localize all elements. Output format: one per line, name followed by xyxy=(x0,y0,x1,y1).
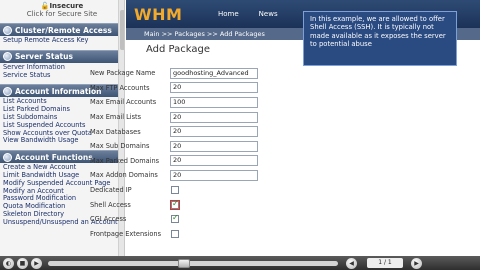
form-row: Frontpage Extensions xyxy=(90,227,340,242)
form-text-input[interactable]: 20 xyxy=(170,155,258,167)
form-label: Dedicated IP xyxy=(90,186,132,195)
play-icon[interactable]: ▶ xyxy=(31,257,42,269)
tutorial-callout: In this example, we are allowed to offer… xyxy=(303,11,457,66)
sidebar-section-title: Account Functions xyxy=(15,152,93,162)
form-label: Max Email Accounts xyxy=(90,98,157,107)
player-bar: ◐ ■ ▶ ◀ 1 / 1 ▶ xyxy=(0,256,480,270)
form-row: Max FTP Accounts 20 xyxy=(90,81,340,96)
form-row: Max Email Accounts 100 xyxy=(90,95,340,110)
form-label: Max Addon Domains xyxy=(90,171,158,180)
form-label: Frontpage Extensions xyxy=(90,229,162,238)
form-checkbox[interactable] xyxy=(171,199,179,209)
form-label: Max FTP Accounts xyxy=(90,83,150,92)
form-label: Shell Access xyxy=(90,200,131,209)
page-counter: 1 / 1 xyxy=(367,258,403,268)
form-row: Max Databases 20 xyxy=(90,124,340,139)
nav-news[interactable]: News xyxy=(259,10,278,18)
insecure-link[interactable]: 🔓Insecure Click for Secure Site xyxy=(0,0,124,20)
form-text-input[interactable]: 20 xyxy=(170,140,258,152)
form-row: Dedicated IP xyxy=(90,183,340,198)
form-row: Max Addon Domains 20 xyxy=(90,168,340,183)
form-label: Max Parked Domains xyxy=(90,156,160,165)
form-row: New Package Name goodhosting_Advanced xyxy=(90,66,340,81)
form-label: Max Databases xyxy=(90,127,141,136)
section-icon xyxy=(3,152,12,162)
form-checkbox[interactable] xyxy=(171,229,179,238)
sidebar-section-list: Setup Remote Access Key xyxy=(0,36,124,47)
form-text-input[interactable]: 20 xyxy=(170,111,258,123)
sidebar-section-header[interactable]: Cluster/Remote Access xyxy=(0,23,124,36)
sidebar-section-header[interactable]: Server Status xyxy=(0,49,124,63)
form-text-input[interactable]: goodhosting_Advanced xyxy=(170,67,258,79)
form-text-input[interactable]: 20 xyxy=(170,126,258,138)
forward-icon[interactable]: ▶ xyxy=(411,257,422,269)
section-icon xyxy=(3,52,12,62)
form-row: Max Parked Domains 20 xyxy=(90,154,340,169)
form-row: Max Sub Domains 20 xyxy=(90,139,340,154)
progress-track[interactable] xyxy=(48,258,338,268)
sidebar-item[interactable]: Setup Remote Access Key xyxy=(3,36,121,45)
form-row: Shell Access xyxy=(90,197,340,212)
form-label: Max Email Lists xyxy=(90,113,142,122)
form-checkbox[interactable] xyxy=(171,213,179,224)
form-checkbox[interactable] xyxy=(171,186,179,195)
form-label: CGI Access xyxy=(90,215,127,224)
form-text-input[interactable]: 20 xyxy=(170,82,258,94)
progress-knob[interactable] xyxy=(178,258,190,268)
whm-logo: WHM xyxy=(134,4,183,24)
form-text-input[interactable]: 20 xyxy=(170,169,258,181)
callout-text: In this example, we are allowed to offer… xyxy=(310,15,446,49)
section-icon xyxy=(3,86,12,96)
sidebar-section-title: Server Status xyxy=(15,52,73,62)
section-icon xyxy=(3,25,12,35)
form-row: Max Email Lists 20 xyxy=(90,110,340,125)
insecure-title: Insecure xyxy=(49,2,84,10)
rewind-icon[interactable]: ◀ xyxy=(346,257,357,269)
sidebar-section-title: Account Information xyxy=(15,86,102,96)
scrollbar-thumb[interactable] xyxy=(120,10,124,50)
volume-icon[interactable]: ◐ xyxy=(3,257,14,269)
sidebar-section-title: Cluster/Remote Access xyxy=(15,25,112,35)
form-label: New Package Name xyxy=(90,69,156,78)
form-text-input[interactable]: 100 xyxy=(170,96,258,108)
stop-icon[interactable]: ■ xyxy=(17,257,28,269)
add-package-form: New Package Name goodhosting_Advanced Max … xyxy=(90,66,340,241)
form-label: Max Sub Domains xyxy=(90,142,150,151)
insecure-subtitle: Click for Secure Site xyxy=(26,10,98,18)
form-row: CGI Access xyxy=(90,212,340,227)
nav-home[interactable]: Home xyxy=(218,10,239,18)
